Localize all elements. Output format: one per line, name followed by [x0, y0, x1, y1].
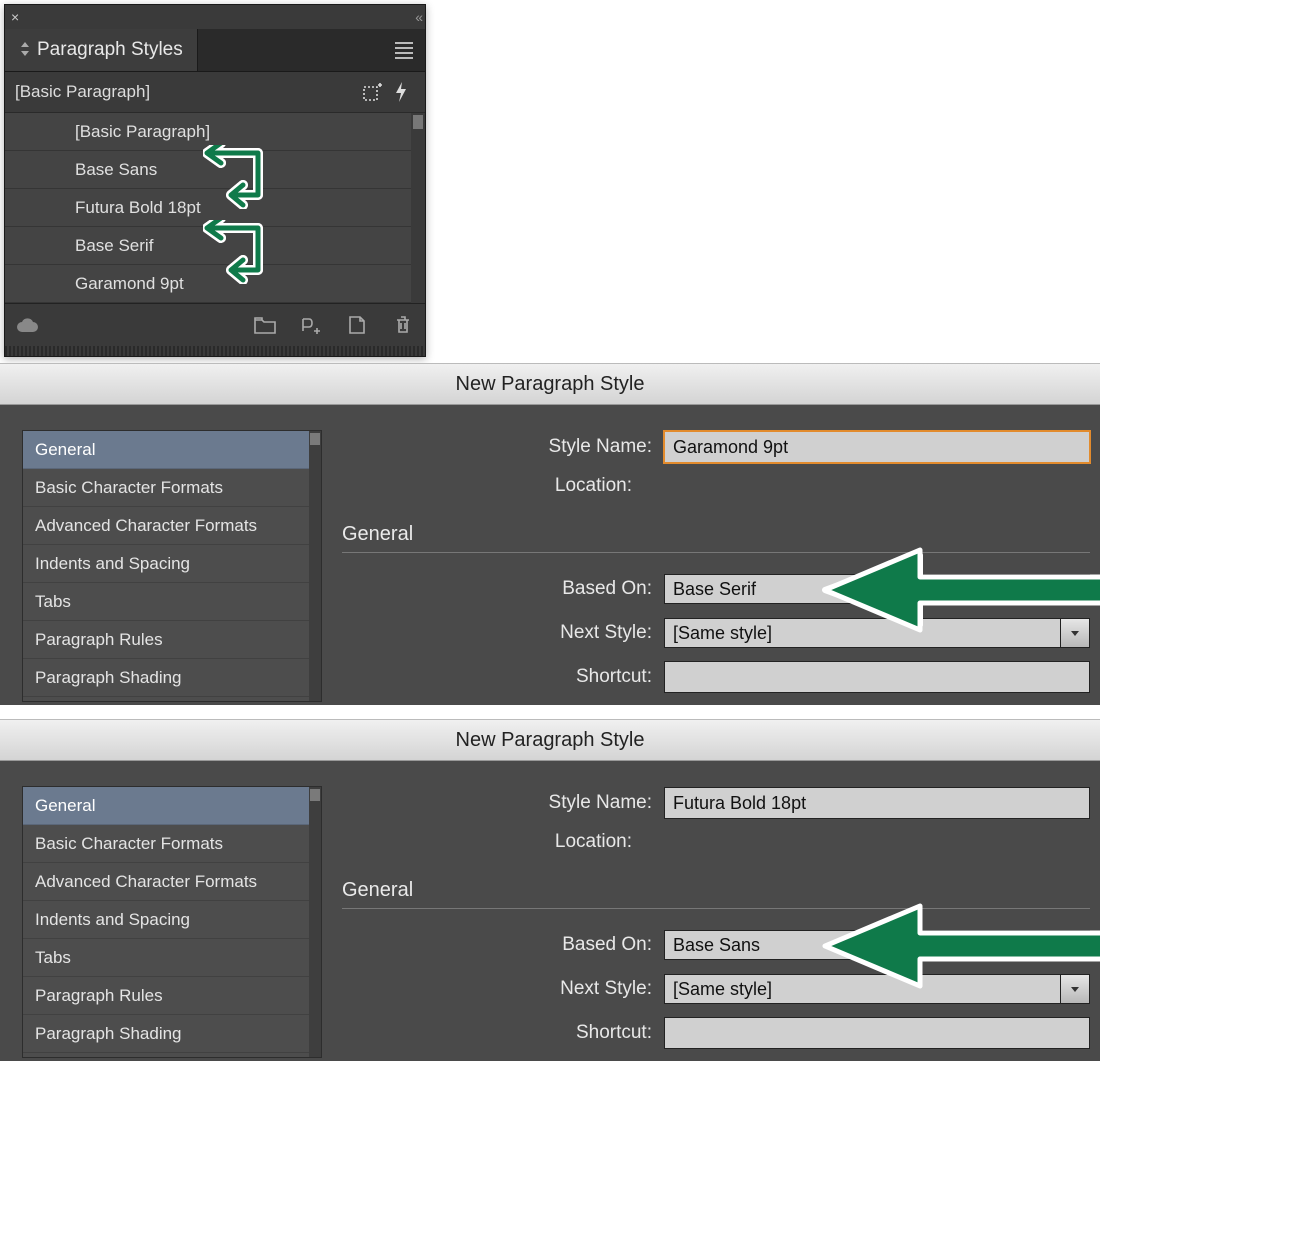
- new-paragraph-style-dialog: New Paragraph Style General Basic Charac…: [0, 363, 1100, 705]
- sidebar-item-label: General: [35, 440, 95, 460]
- dialog-sidebar: General Basic Character Formats Advanced…: [22, 786, 322, 1061]
- dropdown-button[interactable]: [1061, 930, 1090, 960]
- based-on-select[interactable]: Base Sans: [664, 930, 1090, 960]
- collapse-icon[interactable]: «: [415, 9, 419, 25]
- style-name-input[interactable]: [664, 787, 1090, 819]
- sidebar-item-label: Basic Character Formats: [35, 478, 223, 498]
- list-item[interactable]: Futura Bold 18pt: [5, 189, 425, 227]
- close-icon[interactable]: ×: [11, 9, 19, 25]
- sidebar-item-basic-character-formats[interactable]: Basic Character Formats: [23, 469, 321, 507]
- new-page-icon[interactable]: [345, 313, 369, 337]
- based-on-value: Base Sans: [664, 930, 1061, 960]
- sidebar-item-label: Paragraph Rules: [35, 630, 163, 650]
- style-name: Futura Bold 18pt: [75, 198, 201, 218]
- sidebar-item-basic-character-formats[interactable]: Basic Character Formats: [23, 825, 321, 863]
- sidebar-item-paragraph-rules[interactable]: Paragraph Rules: [23, 977, 321, 1015]
- section-title: General: [342, 523, 1090, 546]
- sidebar-item-label: Indents and Spacing: [35, 554, 190, 574]
- new-style-icon[interactable]: [359, 80, 387, 104]
- paragraph-styles-panel: × « Paragraph Styles [Basic Paragraph] […: [4, 4, 426, 357]
- sidebar-item-label: Advanced Character Formats: [35, 516, 257, 536]
- sidebar-item-label: Tabs: [35, 948, 71, 968]
- next-style-label: Next Style:: [342, 622, 664, 644]
- sidebar-item-general[interactable]: General: [23, 431, 321, 469]
- location-label: Location:: [342, 831, 644, 853]
- style-name: Garamond 9pt: [75, 274, 184, 294]
- list-item[interactable]: [Basic Paragraph]: [5, 113, 425, 151]
- sidebar-item-paragraph-rules[interactable]: Paragraph Rules: [23, 621, 321, 659]
- dropdown-button[interactable]: [1061, 574, 1090, 604]
- trash-icon[interactable]: [391, 313, 415, 337]
- list-item[interactable]: Garamond 9pt: [5, 265, 425, 303]
- panel-resize-grip[interactable]: [5, 346, 425, 356]
- style-name-label: Style Name:: [342, 792, 664, 814]
- selected-style-label: [Basic Paragraph]: [15, 82, 150, 102]
- scrollbar[interactable]: [411, 113, 425, 303]
- section-title: General: [342, 879, 1090, 902]
- based-on-value: Base Serif: [664, 574, 1061, 604]
- dialog-title: New Paragraph Style: [456, 729, 645, 752]
- style-name-label: Style Name:: [342, 436, 664, 458]
- sidebar-item-label: General: [35, 796, 95, 816]
- shortcut-input[interactable]: [664, 1017, 1090, 1049]
- sidebar-item-advanced-character-formats[interactable]: Advanced Character Formats: [23, 507, 321, 545]
- dialog-title: New Paragraph Style: [456, 373, 645, 396]
- based-on-label: Based On:: [342, 934, 664, 956]
- sidebar-item-label: Paragraph Shading: [35, 668, 182, 688]
- dialog-titlebar[interactable]: New Paragraph Style: [0, 363, 1100, 405]
- hamburger-icon: [395, 42, 413, 59]
- dropdown-button[interactable]: [1061, 618, 1090, 648]
- tab-paragraph-styles[interactable]: Paragraph Styles: [5, 29, 198, 71]
- style-name: [Basic Paragraph]: [75, 122, 210, 142]
- sidebar-item-label: Paragraph Shading: [35, 1024, 182, 1044]
- based-on-select[interactable]: Base Serif: [664, 574, 1090, 604]
- next-style-label: Next Style:: [342, 978, 664, 1000]
- dialog-titlebar[interactable]: New Paragraph Style: [0, 719, 1100, 761]
- style-name-input[interactable]: [664, 431, 1090, 463]
- section-rule: [342, 552, 1090, 553]
- sidebar-item-tabs[interactable]: Tabs: [23, 939, 321, 977]
- sidebar-item-label: Paragraph Rules: [35, 986, 163, 1006]
- based-on-label: Based On:: [342, 578, 664, 600]
- next-style-select[interactable]: [Same style]: [664, 974, 1090, 1004]
- clear-overrides-icon[interactable]: [299, 313, 323, 337]
- section-rule: [342, 908, 1090, 909]
- sidebar-item-indents-and-spacing[interactable]: Indents and Spacing: [23, 545, 321, 583]
- panel-title: Paragraph Styles: [37, 39, 183, 61]
- new-paragraph-style-dialog: New Paragraph Style General Basic Charac…: [0, 719, 1100, 1061]
- panel-menu-button[interactable]: [383, 29, 425, 71]
- next-style-value: [Same style]: [664, 974, 1061, 1004]
- next-style-value: [Same style]: [664, 618, 1061, 648]
- style-name: Base Sans: [75, 160, 157, 180]
- location-label: Location:: [342, 475, 644, 497]
- list-item[interactable]: Base Sans: [5, 151, 425, 189]
- quick-apply-icon[interactable]: [387, 80, 415, 104]
- scrollbar[interactable]: [309, 787, 321, 1057]
- sidebar-item-general[interactable]: General: [23, 787, 321, 825]
- shortcut-input[interactable]: [664, 661, 1090, 693]
- list-item[interactable]: Base Serif: [5, 227, 425, 265]
- folder-icon[interactable]: [253, 313, 277, 337]
- sidebar-item-label: Basic Character Formats: [35, 834, 223, 854]
- cloud-icon[interactable]: [15, 313, 39, 337]
- style-name: Base Serif: [75, 236, 153, 256]
- sidebar-item-paragraph-shading[interactable]: Paragraph Shading: [23, 659, 321, 697]
- shortcut-label: Shortcut:: [342, 1022, 664, 1044]
- sidebar-item-advanced-character-formats[interactable]: Advanced Character Formats: [23, 863, 321, 901]
- sort-icon: [19, 42, 31, 59]
- sidebar-item-label: Advanced Character Formats: [35, 872, 257, 892]
- sidebar-item-label: Indents and Spacing: [35, 910, 190, 930]
- scrollbar[interactable]: [309, 431, 321, 701]
- sidebar-item-paragraph-shading[interactable]: Paragraph Shading: [23, 1015, 321, 1053]
- shortcut-label: Shortcut:: [342, 666, 664, 688]
- style-list: [Basic Paragraph] Base Sans Futura Bold …: [5, 113, 425, 303]
- next-style-select[interactable]: [Same style]: [664, 618, 1090, 648]
- dropdown-button[interactable]: [1061, 974, 1090, 1004]
- sidebar-item-indents-and-spacing[interactable]: Indents and Spacing: [23, 901, 321, 939]
- sidebar-item-tabs[interactable]: Tabs: [23, 583, 321, 621]
- sidebar-item-label: Tabs: [35, 592, 71, 612]
- dialog-sidebar: General Basic Character Formats Advanced…: [22, 430, 322, 705]
